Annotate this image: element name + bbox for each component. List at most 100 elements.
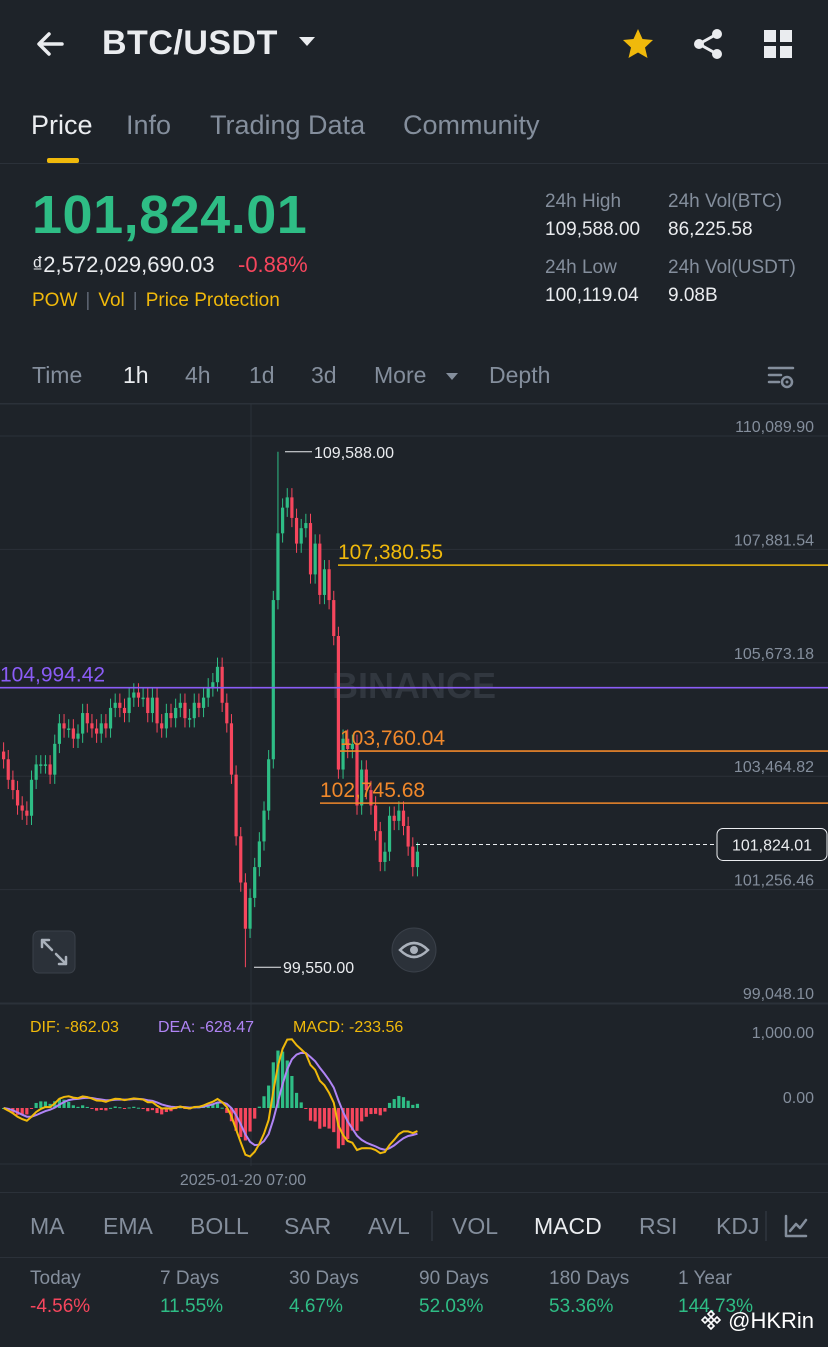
author-watermark: @HKRin <box>700 1308 814 1334</box>
interval-more[interactable]: More <box>374 362 426 389</box>
pair-title[interactable]: BTC/USDT <box>102 24 278 63</box>
y-axis-labels: 110,089.90 107,881.54 105,673.18 103,464.82… <box>734 419 814 1003</box>
macd-bar <box>308 1108 313 1121</box>
visibility-button[interactable] <box>391 927 437 973</box>
macd-bar <box>141 1108 145 1109</box>
high-marker-label: 109,588.00 <box>314 445 394 462</box>
macd-dif-label: DIF: -862.03 <box>30 1019 119 1036</box>
macd-bar <box>150 1108 154 1111</box>
binance-logo-icon <box>700 1309 722 1331</box>
macd-bar <box>132 1106 136 1108</box>
indicator-rsi[interactable]: RSI <box>639 1213 677 1240</box>
macd-dea-label: DEA: -628.47 <box>158 1019 254 1036</box>
price-chart[interactable]: BINANCE 110,089.90 107,881.54 105,673.18 10… <box>0 404 828 1190</box>
star-icon[interactable] <box>620 26 656 62</box>
indicator-kdj[interactable]: KDJ <box>716 1213 759 1240</box>
perf-180d-value: 53.36% <box>549 1296 614 1317</box>
candle-body <box>25 810 29 816</box>
indicator-boll[interactable]: BOLL <box>190 1213 249 1240</box>
candle-body <box>169 713 173 719</box>
macd-panel: DIF: -862.03 DEA: -628.47 MACD: -233.56 1,0… <box>2 1019 814 1158</box>
candle-body <box>267 759 271 811</box>
macd-bar <box>155 1108 159 1114</box>
candle-body <box>108 707 113 729</box>
macd-bar <box>364 1108 368 1117</box>
macd-bar <box>415 1103 420 1108</box>
candle-body <box>225 702 229 724</box>
candle-body <box>299 528 303 544</box>
price-line-label: 107,380.55 <box>338 541 443 564</box>
macd-bar <box>383 1108 387 1112</box>
tab-community[interactable]: Community <box>403 110 540 141</box>
indicator-sar[interactable]: SAR <box>284 1213 331 1240</box>
y-axis-tick-label: 105,673.18 <box>734 646 814 663</box>
candle-body <box>304 523 308 529</box>
indicator-macd[interactable]: MACD <box>534 1213 602 1240</box>
stat-volbtc-label: 24h Vol(BTC) <box>668 191 783 212</box>
macd-bar <box>220 1107 224 1109</box>
tag-price-protection[interactable]: Price Protection <box>146 290 280 311</box>
macd-bar <box>327 1108 331 1129</box>
candle-body <box>136 692 141 698</box>
candle-body <box>383 851 387 862</box>
tag-pow[interactable]: POW <box>32 290 77 311</box>
macd-dea-line <box>3 1051 418 1151</box>
last-price-tag-label: 101,824.01 <box>732 837 812 854</box>
macd-bar <box>108 1107 113 1109</box>
candle-body <box>206 687 210 698</box>
indicator-ema[interactable]: EMA <box>103 1213 153 1240</box>
candle-body <box>276 533 280 601</box>
indicator-avl[interactable]: AVL <box>368 1213 410 1240</box>
indicator-divider <box>431 1211 433 1241</box>
candle-body <box>6 759 10 780</box>
candle-body <box>11 779 15 791</box>
macd-bar <box>136 1107 141 1109</box>
tab-price[interactable]: Price <box>31 110 93 141</box>
author-handle: @HKRin <box>728 1308 815 1333</box>
indicator-ma[interactable]: MA <box>30 1213 65 1240</box>
candle-body <box>85 713 89 724</box>
candle-body <box>318 543 322 595</box>
interval-4h[interactable]: 4h <box>185 362 211 389</box>
macd-bar <box>322 1108 327 1127</box>
more-caret-icon[interactable] <box>444 368 460 384</box>
last-price: 101,824.01 <box>32 185 308 245</box>
candle-body <box>127 697 131 714</box>
tab-trading-data[interactable]: Trading Data <box>210 110 365 141</box>
candle-body <box>308 523 313 575</box>
candle-body <box>62 723 66 729</box>
back-arrow-icon[interactable] <box>32 26 68 62</box>
section-tabs: Price Info Trading Data Community <box>0 100 828 164</box>
stat-volbtc-value: 86,225.58 <box>668 219 753 240</box>
caret-down-icon[interactable] <box>296 30 318 52</box>
macd-bar <box>318 1108 322 1129</box>
interval-3d[interactable]: 3d <box>311 362 337 389</box>
fullscreen-button[interactable] <box>32 930 76 974</box>
price-line-label: 102,745.68 <box>320 779 425 802</box>
candle-body <box>392 815 396 821</box>
macd-bar <box>262 1096 266 1108</box>
indicator-divider <box>765 1211 767 1241</box>
chart-watermark: BINANCE <box>332 665 496 706</box>
candle-body <box>220 666 224 703</box>
macd-bar <box>67 1101 71 1108</box>
top-bar: BTC/USDT <box>0 0 828 90</box>
grid-icon[interactable] <box>762 28 794 60</box>
interval-time[interactable]: Time <box>32 362 82 389</box>
macd-bar <box>104 1108 108 1111</box>
tag-vol[interactable]: Vol <box>98 290 124 311</box>
candle-body <box>215 666 220 683</box>
candle-body <box>53 743 57 775</box>
stat-high-value: 109,588.00 <box>545 219 641 240</box>
interval-depth[interactable]: Depth <box>489 362 550 389</box>
indicator-bar: MA EMA BOLL SAR AVL VOL MACD RSI KDJ <box>0 1192 828 1258</box>
share-icon[interactable] <box>690 26 726 62</box>
indicator-settings-icon[interactable] <box>783 1213 809 1239</box>
perf-today-label: Today <box>30 1268 81 1289</box>
price-change: -0.88% <box>238 252 308 277</box>
interval-1h[interactable]: 1h <box>123 362 149 389</box>
chart-settings-icon[interactable] <box>766 362 796 392</box>
tab-info[interactable]: Info <box>126 110 171 141</box>
indicator-vol[interactable]: VOL <box>452 1213 498 1240</box>
interval-1d[interactable]: 1d <box>249 362 275 389</box>
